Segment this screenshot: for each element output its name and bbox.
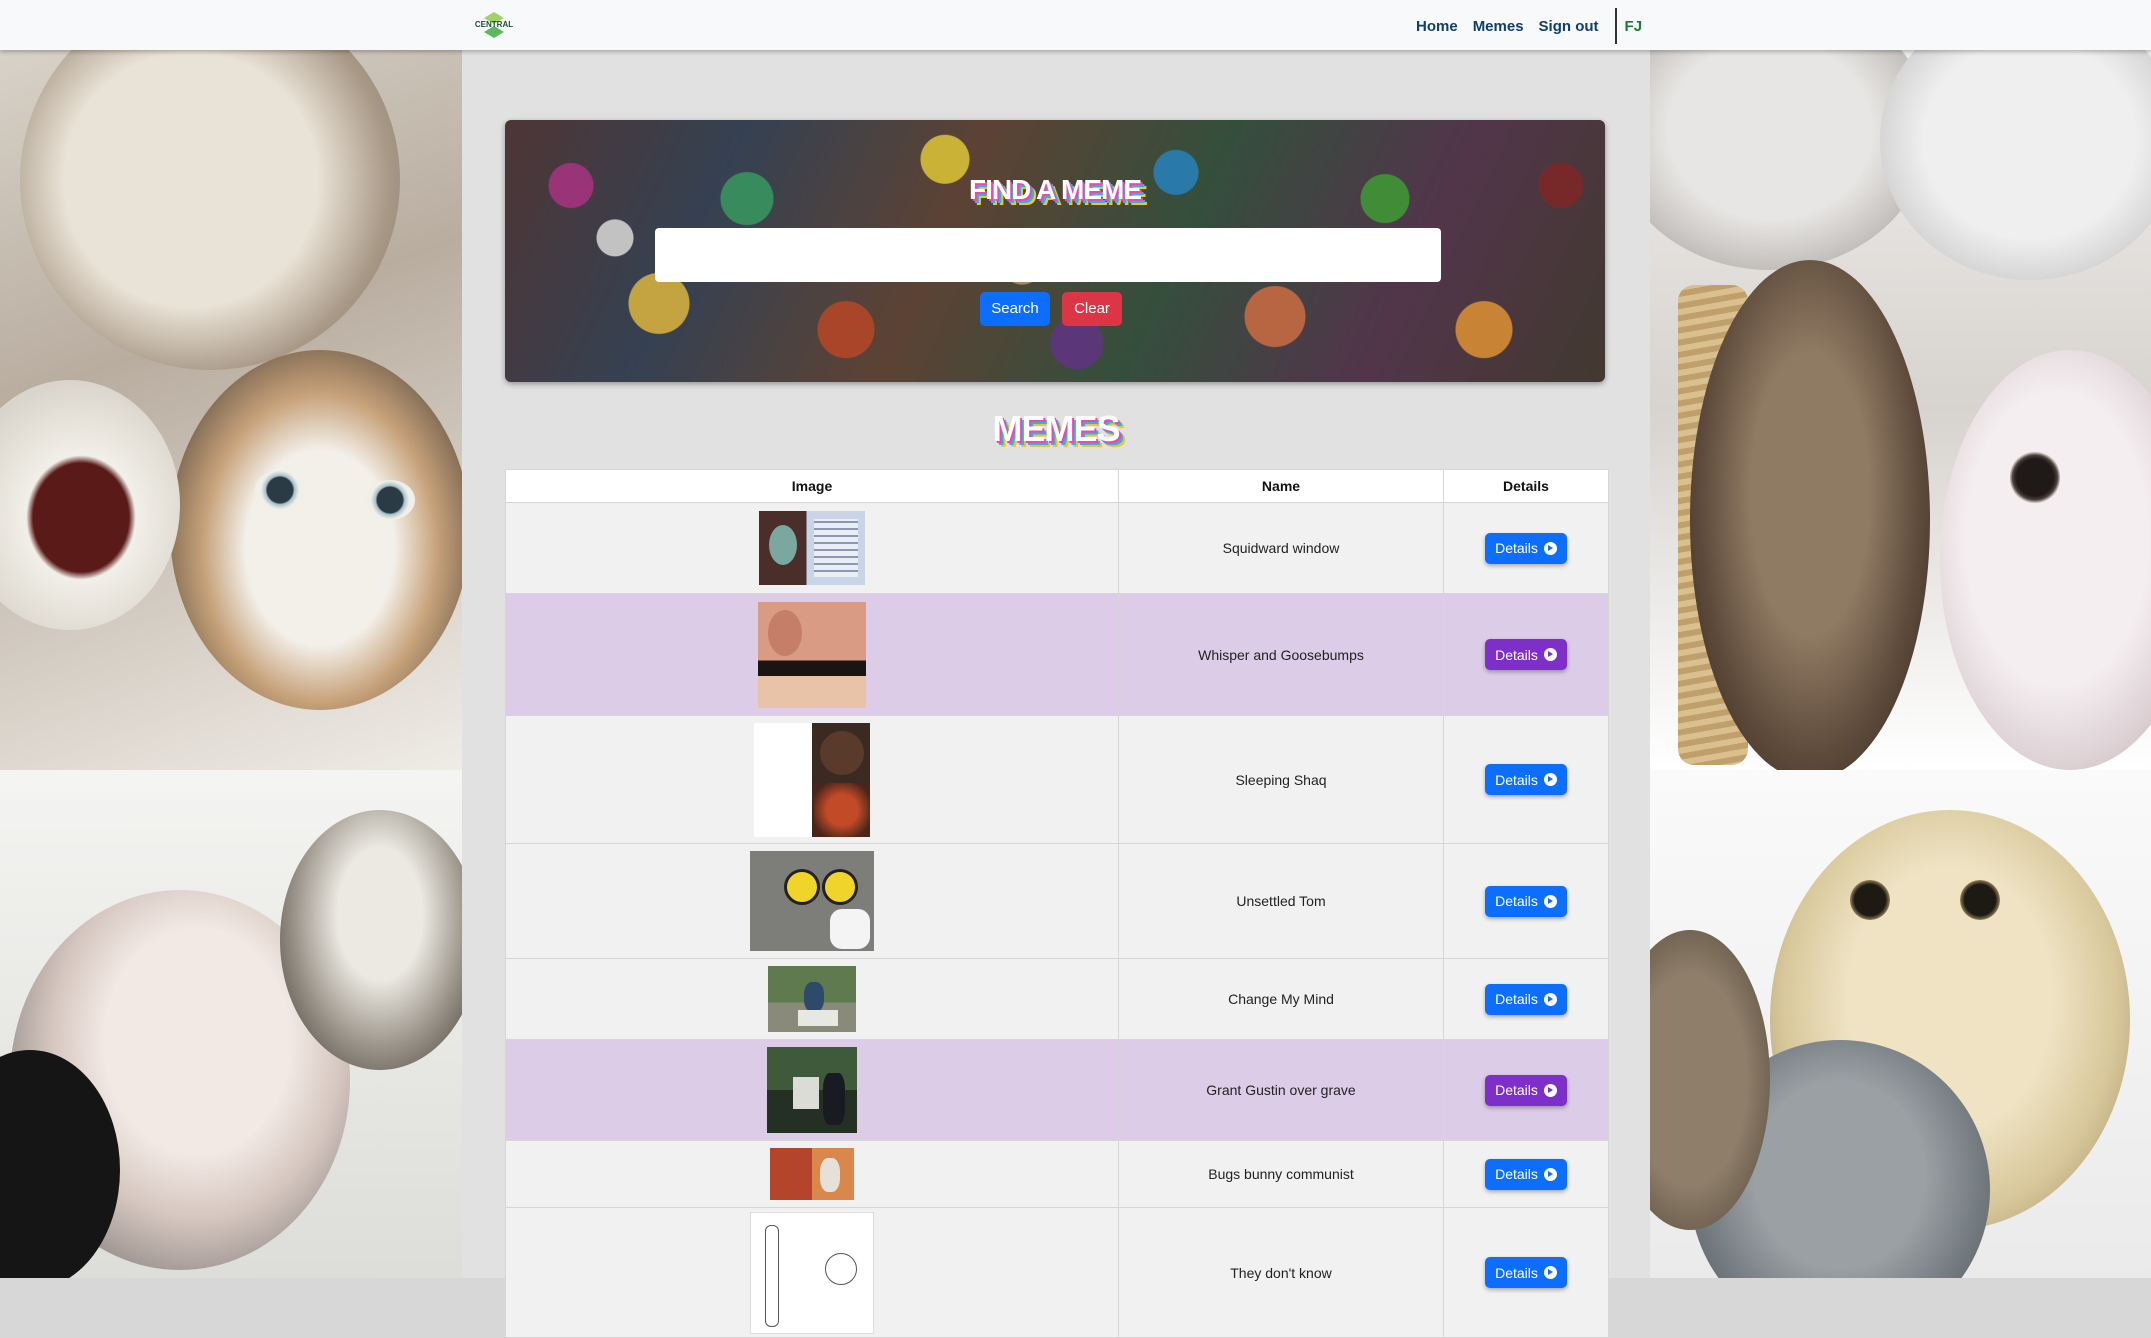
grant-gustin-thumbnail[interactable]	[767, 1047, 857, 1133]
details-button[interactable]: Details	[1485, 1074, 1567, 1106]
table-header-row: Image Name Details	[505, 469, 1609, 503]
table-row: They don't know Details	[505, 1207, 1609, 1338]
memes-section-title: MEMES	[992, 408, 1120, 449]
nav-signout-link[interactable]: Sign out	[1539, 18, 1599, 35]
image-cell	[505, 958, 1119, 1040]
details-button[interactable]: Details	[1485, 983, 1567, 1015]
arrow-right-circle-icon	[1543, 1167, 1557, 1181]
name-cell: Unsettled Tom	[1118, 843, 1444, 959]
details-cell: Details	[1443, 1207, 1609, 1338]
arrow-right-circle-icon	[1543, 773, 1557, 786]
central-logo[interactable]: CENTRAL	[473, 11, 515, 39]
details-cell: Details	[1443, 958, 1609, 1040]
details-label: Details	[1495, 1264, 1538, 1281]
nav-memes-link[interactable]: Memes	[1473, 18, 1524, 35]
details-cell: Details	[1443, 715, 1609, 844]
name-cell: Grant Gustin over grave	[1118, 1039, 1444, 1141]
details-button[interactable]: Details	[1485, 1257, 1567, 1288]
details-button[interactable]: Details	[1485, 1158, 1567, 1190]
table-row: Change My Mind Details	[505, 958, 1609, 1040]
details-label: Details	[1495, 540, 1538, 556]
details-cell: Details	[1443, 1140, 1609, 1208]
name-cell: They don't know	[1118, 1207, 1444, 1338]
nav-links: Home Memes Sign out FJ	[1416, 8, 1643, 44]
details-button[interactable]: Details	[1485, 532, 1567, 564]
details-cell: Details	[1443, 593, 1609, 716]
meme-search-input[interactable]	[655, 228, 1441, 282]
name-cell: Whisper and Goosebumps	[1118, 593, 1444, 716]
details-cell: Details	[1443, 843, 1609, 959]
change-my-mind-thumbnail[interactable]	[768, 966, 856, 1032]
memes-table: Image Name Details Squidward window Deta…	[505, 469, 1609, 1338]
table-row: Grant Gustin over grave Details	[505, 1039, 1609, 1141]
right-background-collage	[1650, 50, 2151, 1278]
nav-home-link[interactable]: Home	[1416, 18, 1458, 35]
image-cell	[505, 843, 1119, 959]
details-button[interactable]: Details	[1485, 885, 1567, 917]
table-row: Squidward window Details	[505, 502, 1609, 594]
sleeping-shaq-thumbnail[interactable]	[754, 722, 870, 837]
arrow-right-circle-icon	[1543, 992, 1557, 1006]
details-button[interactable]: Details	[1485, 764, 1567, 795]
table-row: Unsettled Tom Details	[505, 843, 1609, 959]
name-cell: Squidward window	[1118, 502, 1444, 594]
table-row: Bugs bunny communist Details	[505, 1140, 1609, 1208]
arrow-right-circle-icon	[1543, 1266, 1557, 1279]
details-label: Details	[1495, 1166, 1538, 1182]
main-content: FIND A MEME Search Clear MEMES Image Nam…	[462, 50, 1650, 1338]
arrow-right-circle-icon	[1543, 894, 1557, 908]
details-cell: Details	[1443, 1039, 1609, 1141]
name-cell: Change My Mind	[1118, 958, 1444, 1040]
details-label: Details	[1495, 771, 1538, 788]
image-cell	[505, 593, 1119, 716]
find-a-meme-title: FIND A MEME	[968, 174, 1142, 205]
header-image: Image	[505, 469, 1119, 503]
squidward-window-thumbnail[interactable]	[759, 511, 865, 585]
table-row: Sleeping Shaq Details	[505, 715, 1609, 844]
details-label: Details	[1495, 1082, 1538, 1098]
user-initials[interactable]: FJ	[1625, 18, 1643, 35]
name-cell: Sleeping Shaq	[1118, 715, 1444, 844]
image-cell	[505, 1039, 1119, 1141]
unsettled-tom-thumbnail[interactable]	[750, 851, 874, 951]
nav-divider	[1614, 8, 1617, 44]
memes-table-container: Image Name Details Squidward window Deta…	[505, 469, 1609, 1338]
search-hero-banner: FIND A MEME Search Clear	[505, 120, 1605, 382]
screaming-cat-post-image	[1690, 260, 1930, 780]
details-label: Details	[1495, 646, 1538, 663]
arrow-right-circle-icon	[1543, 541, 1557, 555]
they-dont-know-thumbnail[interactable]	[750, 1211, 874, 1334]
search-button[interactable]: Search	[980, 292, 1050, 326]
logo-text: CENTRAL	[474, 20, 514, 29]
whisper-goosebumps-thumbnail[interactable]	[758, 601, 866, 708]
left-background-collage	[0, 50, 462, 1278]
image-cell	[505, 1207, 1119, 1338]
clear-button[interactable]: Clear	[1062, 292, 1122, 326]
grumpy-cat-image	[170, 350, 462, 710]
top-navbar: CENTRAL Home Memes Sign out FJ	[0, 0, 2151, 50]
details-label: Details	[1495, 991, 1538, 1007]
image-cell	[505, 1140, 1119, 1208]
header-name: Name	[1118, 469, 1444, 503]
name-cell: Bugs bunny communist	[1118, 1140, 1444, 1208]
arrow-right-circle-icon	[1543, 1083, 1557, 1097]
image-cell	[505, 715, 1119, 844]
arrow-right-circle-icon	[1543, 648, 1557, 661]
details-button[interactable]: Details	[1485, 639, 1567, 670]
details-cell: Details	[1443, 502, 1609, 594]
image-cell	[505, 502, 1119, 594]
header-details: Details	[1443, 469, 1609, 503]
bugs-bunny-thumbnail[interactable]	[770, 1148, 854, 1200]
details-label: Details	[1495, 893, 1538, 909]
table-row: Whisper and Goosebumps Details	[505, 593, 1609, 716]
